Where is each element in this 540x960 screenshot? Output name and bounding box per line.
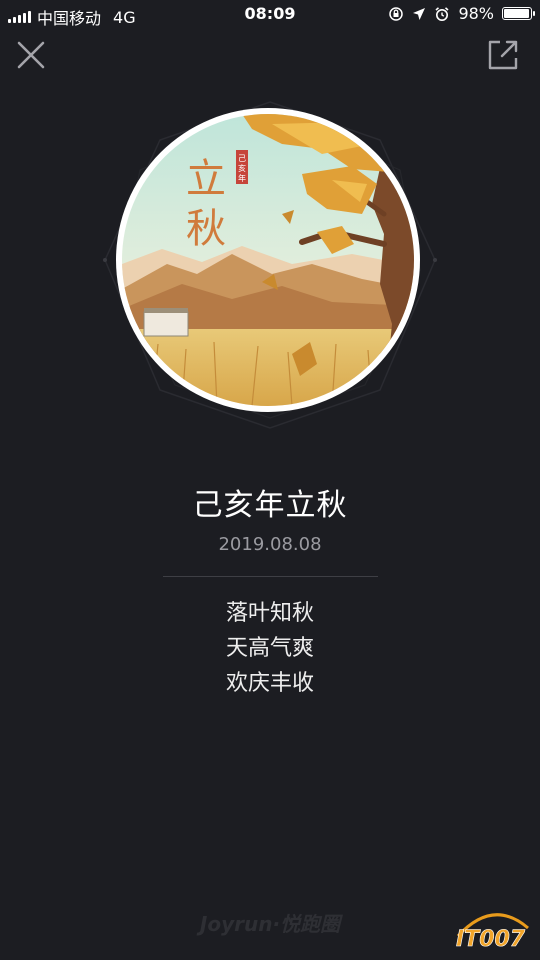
date-label: 2019.08.08 [218, 534, 322, 555]
art-title-bottom: 秋 [186, 206, 226, 252]
page-title: 己亥年立秋 [192, 488, 348, 523]
close-button[interactable] [14, 38, 48, 72]
orientation-lock-icon [389, 6, 404, 21]
description-line: 天高气爽 [225, 636, 314, 661]
share-button[interactable] [486, 38, 520, 72]
share-icon [488, 40, 518, 70]
alarm-icon [435, 6, 449, 21]
badge-artwork: 立 秋 己 亥 年 [116, 108, 420, 412]
battery-fill [504, 9, 529, 18]
svg-text:亥: 亥 [238, 163, 246, 173]
solar-term-badge: 立 秋 己 亥 年 [100, 100, 440, 430]
svg-text:己: 己 [238, 154, 246, 163]
art-title-top: 立 [186, 156, 226, 202]
divider [163, 576, 378, 577]
description-lines: 落叶知秋 天高气爽 欢庆丰收 [0, 596, 540, 701]
battery-icon [502, 7, 535, 20]
autumn-landscape-illustration: 立 秋 己 亥 年 [122, 114, 414, 406]
svg-text:IT007: IT007 [456, 927, 526, 952]
it007-watermark-logo: IT007 [456, 913, 529, 952]
status-bar-right: 98% [388, 4, 535, 23]
location-icon [413, 7, 426, 20]
description-line: 落叶知秋 [225, 601, 314, 626]
battery-percent: 98% [458, 4, 494, 23]
status-bar: 中国移动 4G 08:09 98% [0, 0, 540, 30]
close-icon [17, 41, 45, 69]
description-line: 欢庆丰收 [225, 671, 314, 696]
svg-text:年: 年 [238, 173, 246, 183]
